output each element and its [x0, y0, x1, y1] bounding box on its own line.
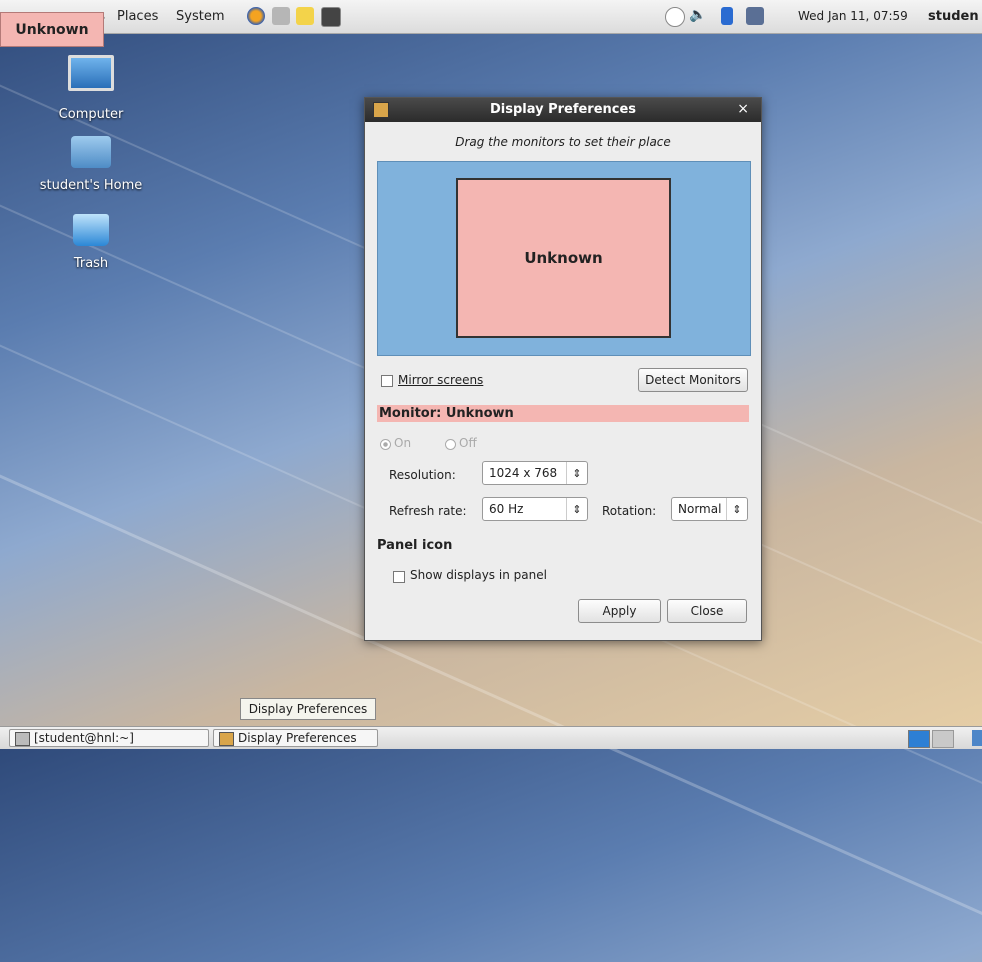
updown-arrow-icon: ⇕ — [726, 498, 747, 520]
bluetooth-icon[interactable] — [721, 7, 733, 25]
monitor-arrangement-area[interactable]: Unknown — [377, 161, 751, 356]
bottom-panel: [student@hnl:~] Display Preferences — [0, 726, 982, 749]
resolution-value: 1024 x 768 — [489, 466, 558, 480]
taskbar-item-terminal[interactable]: [student@hnl:~] — [9, 729, 209, 747]
update-icon[interactable] — [665, 7, 685, 27]
on-radio[interactable] — [380, 439, 391, 450]
computer-icon — [68, 55, 114, 91]
dialog-title: Display Preferences — [489, 102, 637, 117]
drag-hint: Drag the monitors to set their place — [455, 135, 671, 149]
mirror-screens-text: Mirror screens — [398, 373, 484, 387]
rotation-value: Normal — [678, 502, 722, 516]
trash-applet-icon[interactable] — [972, 730, 982, 746]
taskbar-item-display-preferences[interactable]: Display Preferences — [213, 729, 378, 747]
show-displays-checkbox[interactable] — [393, 571, 405, 583]
close-button[interactable]: Close — [667, 599, 747, 623]
detect-monitors-button[interactable]: Detect Monitors — [638, 368, 748, 392]
taskbar-item-label: Display Preferences — [238, 731, 357, 745]
taskbar-item-label: [student@hnl:~] — [34, 731, 134, 745]
rotation-select[interactable]: Normal ⇕ — [671, 497, 748, 521]
resolution-select[interactable]: 1024 x 768 ⇕ — [482, 461, 588, 485]
workspace-2-icon[interactable] — [932, 730, 954, 748]
updown-arrow-icon: ⇕ — [566, 498, 587, 520]
computer-label: Computer — [58, 107, 124, 122]
on-label: On — [394, 436, 412, 450]
refresh-rate-label: Refresh rate: — [389, 504, 467, 518]
home-folder-icon — [71, 136, 111, 168]
user-menu[interactable]: studen — [928, 9, 979, 24]
computer-desktop-icon[interactable]: Computer — [26, 55, 156, 122]
firefox-icon[interactable] — [247, 7, 265, 25]
show-displays-label[interactable]: Show displays in panel — [410, 568, 547, 582]
mirror-screens-checkbox[interactable] — [381, 375, 393, 387]
panel-icon-heading: Panel icon — [377, 538, 453, 553]
monitor-box-label: Unknown — [524, 249, 603, 267]
dialog-titlebar[interactable]: Display Preferences × — [365, 98, 761, 122]
close-icon[interactable]: × — [737, 101, 749, 117]
trash-label: Trash — [73, 256, 109, 271]
notes-icon[interactable] — [296, 7, 314, 25]
display-icon — [219, 732, 234, 746]
off-radio[interactable] — [445, 439, 456, 450]
home-desktop-icon[interactable]: student's Home — [26, 136, 156, 193]
trash-icon — [73, 214, 109, 246]
monitor-box[interactable]: Unknown — [456, 178, 671, 338]
places-menu[interactable]: Places — [117, 9, 158, 24]
monitor-identify-label: Unknown — [0, 12, 104, 47]
resolution-label: Resolution: — [389, 468, 456, 482]
rotation-label: Rotation: — [602, 504, 657, 518]
off-label: Off — [459, 436, 477, 450]
system-menu[interactable]: System — [176, 9, 224, 24]
volume-icon[interactable]: 🔈 — [689, 7, 707, 25]
taskbar-tooltip: Display Preferences — [240, 698, 376, 720]
apply-button[interactable]: Apply — [578, 599, 661, 623]
trash-desktop-icon[interactable]: Trash — [26, 214, 156, 271]
mail-icon[interactable] — [272, 7, 290, 25]
display-preferences-dialog: Display Preferences × Drag the monitors … — [364, 97, 762, 641]
refresh-rate-select[interactable]: 60 Hz ⇕ — [482, 497, 588, 521]
clock[interactable]: Wed Jan 11, 07:59 — [798, 9, 908, 23]
updown-arrow-icon: ⇕ — [566, 462, 587, 484]
home-label: student's Home — [39, 178, 143, 193]
monitor-heading: Monitor: Unknown — [377, 405, 749, 422]
mirror-screens-label[interactable]: Mirror screens — [398, 373, 483, 387]
terminal-icon — [15, 732, 30, 746]
workspace-1-icon[interactable] — [908, 730, 930, 748]
top-panel: ns Places System 🔈 Wed Jan 11, 07:59 stu… — [0, 0, 982, 34]
refresh-rate-value: 60 Hz — [489, 502, 524, 516]
terminal-icon[interactable] — [321, 7, 341, 27]
network-icon[interactable] — [746, 7, 764, 25]
